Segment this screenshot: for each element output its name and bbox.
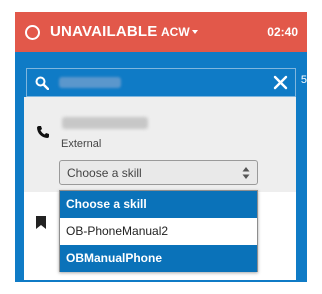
close-icon[interactable] (273, 75, 288, 90)
sub-status-dropdown[interactable]: ACW (161, 25, 190, 39)
left-border (15, 112, 24, 280)
contact-panel: External Choose a skill (24, 97, 296, 192)
skill-option[interactable]: Choose a skill (60, 191, 257, 218)
chevron-down-icon[interactable] (192, 30, 198, 34)
skill-dropdown-list: Choose a skill OB-PhoneManual2 OBManualP… (59, 190, 258, 272)
bookmark-icon[interactable] (36, 216, 46, 229)
contact-type-label: External (61, 138, 102, 150)
header-partial-text: 5 (300, 74, 307, 86)
skill-select[interactable]: Choose a skill (59, 160, 258, 185)
agent-panel: UNAVAILABLE ACW 02:40 5 External Choose … (0, 0, 322, 294)
skill-option[interactable]: OB-PhoneManual2 (60, 218, 257, 245)
bottom-border (15, 280, 307, 282)
status-label[interactable]: UNAVAILABLE (50, 23, 157, 40)
search-bar (26, 68, 296, 97)
contact-number-redacted (62, 117, 148, 129)
phone-icon (37, 126, 49, 138)
status-timer: 02:40 (267, 25, 298, 39)
search-input[interactable] (59, 74, 259, 91)
right-border (296, 112, 307, 280)
search-icon (35, 76, 49, 90)
skill-select-value: Choose a skill (67, 166, 142, 180)
skill-option[interactable]: OBManualPhone (60, 245, 257, 272)
select-arrows-icon (242, 167, 250, 179)
status-circle-icon (25, 25, 40, 40)
status-bar: UNAVAILABLE ACW 02:40 (15, 12, 307, 52)
